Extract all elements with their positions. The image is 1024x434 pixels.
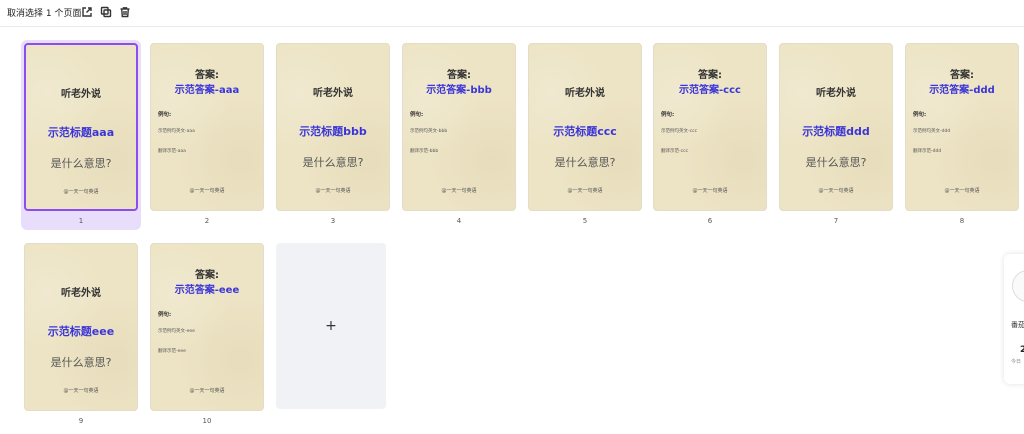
cover-subtitle: 是什么意思? [805, 156, 867, 169]
page-footer: @一天一句英语 [189, 388, 225, 394]
page-footer: @一天一句英语 [441, 188, 477, 194]
cover-heading: 示范标题ddd [802, 125, 870, 138]
cover-heading: 示范标题bbb [299, 125, 367, 138]
answer-label: 答案: [195, 270, 219, 281]
cover-subtitle: 是什么意思? [50, 157, 112, 170]
translation-line: 翻译示范-ccc [661, 149, 689, 154]
answer-label: 答案: [950, 70, 974, 81]
export-icon[interactable] [80, 5, 93, 18]
page-thumbnail[interactable]: 答案: 示范答案-ddd 例句: 示范例句英文-ddd 翻译示范-ddd @一天一句英语 [905, 43, 1019, 211]
page-thumbnail[interactable]: 听老外说示范标题ddd 是什么意思? @一天一句英语 [779, 43, 893, 211]
translation-line: 翻译示范-eee [158, 349, 186, 354]
add-page-button[interactable]: + [276, 243, 386, 409]
example-sentence: 示范例句英文-ccc [661, 129, 698, 134]
example-sentence: 示范例句英文-ddd [913, 129, 951, 134]
answer-text: 示范答案-aaa [174, 85, 240, 96]
side-panel[interactable]: 番茄 2 今日 [1004, 254, 1024, 384]
cover-subtitle: 是什么意思? [302, 156, 364, 169]
cover-title: 听老外说 [61, 288, 101, 299]
page-thumbnail[interactable]: 答案: 示范答案-eee 例句: 示范例句英文-eee 翻译示范-eee @一天一句英语 [150, 243, 264, 411]
page-thumbnail[interactable]: 答案: 示范答案-aaa 例句: 示范例句英文-aaa 翻译示范-aaa @一天一句英语 [150, 43, 264, 211]
plus-icon: + [325, 318, 337, 334]
answer-text: 示范答案-bbb [426, 85, 492, 96]
example-label: 例句: [410, 112, 424, 118]
trash-icon[interactable] [118, 5, 131, 18]
answer-label: 答案: [195, 70, 219, 81]
example-sentence: 示范例句英文-eee [158, 329, 195, 334]
example-label: 例句: [913, 112, 927, 118]
answer-label: 答案: [447, 70, 471, 81]
answer-text: 示范答案-eee [174, 285, 240, 296]
cover-heading: 示范标题ccc [553, 125, 617, 138]
page-number: 4 [456, 217, 462, 225]
page-thumbnail[interactable]: 听老外说示范标题ccc 是什么意思? @一天一句英语 [528, 43, 642, 211]
translation-line: 翻译示范-aaa [158, 149, 186, 154]
cover-subtitle: 是什么意思? [554, 156, 616, 169]
page-footer: @一天一句英语 [692, 188, 728, 194]
cover-subtitle: 是什么意思? [50, 356, 112, 369]
cover-heading: 示范标题aaa [47, 126, 115, 139]
page-thumbnail[interactable]: 答案: 示范答案-ccc 例句: 示范例句英文-ccc 翻译示范-ccc @一天一句英语 [653, 43, 767, 211]
page-thumbnail[interactable]: 答案: 示范答案-bbb 例句: 示范例句英文-bbb 翻译示范-bbb @一天一句英语 [402, 43, 516, 211]
side-panel-count: 2 [1020, 345, 1024, 355]
page-footer: @一天一句英语 [63, 388, 99, 394]
page-number: 5 [582, 217, 588, 225]
side-panel-sub: 今日 [1011, 359, 1022, 365]
page-thumbnail[interactable]: 听老外说示范标题eee 是什么意思? @一天一句英语 [24, 243, 138, 411]
example-label: 例句: [158, 312, 172, 318]
example-sentence: 示范例句英文-aaa [158, 129, 195, 134]
page-number: 7 [833, 217, 839, 225]
page-footer: @一天一句英语 [818, 188, 854, 194]
page-number: 3 [330, 217, 336, 225]
page-number: 8 [959, 217, 965, 225]
page-thumbnail[interactable]: 听老外说示范标题aaa 是什么意思? @一天一句英语 [24, 43, 138, 211]
duplicate-icon[interactable] [99, 5, 112, 18]
deselect-pages-button[interactable]: 取消选择 1 个页面 [7, 6, 81, 19]
cover-title: 听老外说 [61, 89, 101, 100]
page-thumbnail[interactable]: 听老外说示范标题bbb 是什么意思? @一天一句英语 [276, 43, 390, 211]
example-label: 例句: [661, 112, 675, 118]
answer-text: 示范答案-ccc [679, 85, 741, 96]
page-footer: @一天一句英语 [315, 188, 351, 194]
cover-title: 听老外说 [565, 88, 605, 99]
page-footer: @一天一句英语 [567, 188, 603, 194]
side-panel-label: 番茄 [1011, 321, 1024, 329]
cover-heading: 示范标题eee [47, 325, 115, 338]
translation-line: 翻译示范-bbb [410, 149, 439, 154]
page-number: 2 [204, 217, 210, 225]
page-number: 9 [78, 417, 84, 425]
example-label: 例句: [158, 112, 172, 118]
page-number: 6 [707, 217, 713, 225]
page-footer: @一天一句英语 [63, 189, 99, 195]
translation-line: 翻译示范-ddd [913, 149, 942, 154]
side-panel-avatar [1012, 270, 1024, 302]
cover-title: 听老外说 [313, 88, 353, 99]
page-footer: @一天一句英语 [944, 188, 980, 194]
top-toolbar: 取消选择 1 个页面 [0, 0, 1024, 27]
page-number: 1 [78, 217, 84, 225]
example-sentence: 示范例句英文-bbb [410, 129, 448, 134]
answer-label: 答案: [698, 70, 722, 81]
page-number: 10 [202, 417, 212, 425]
cover-title: 听老外说 [816, 88, 856, 99]
answer-text: 示范答案-ddd [929, 85, 995, 96]
page-footer: @一天一句英语 [189, 188, 225, 194]
